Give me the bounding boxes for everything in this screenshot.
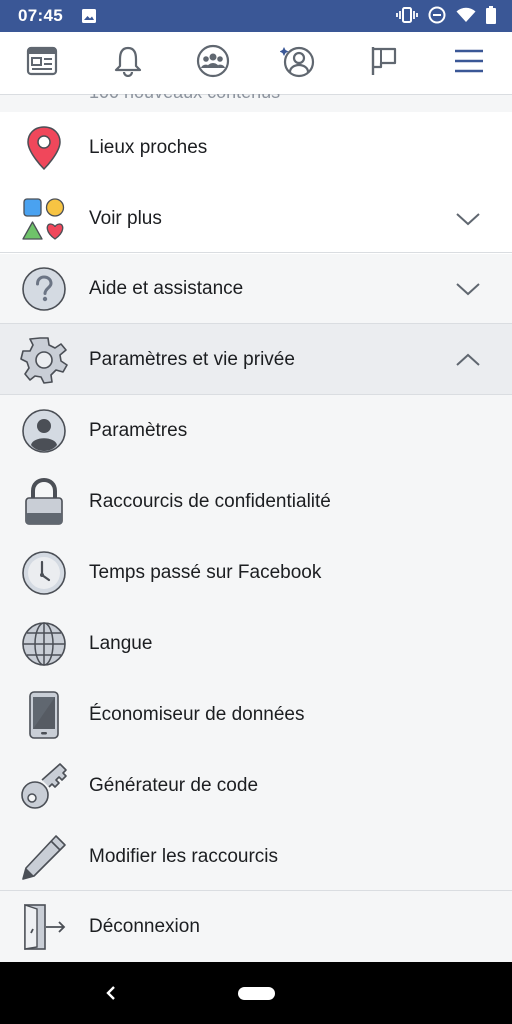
lock-icon (20, 478, 68, 526)
bell-icon (113, 45, 143, 82)
menu-item-language[interactable]: Langue (0, 608, 512, 679)
menu-item-label: Modifier les raccourcis (89, 845, 278, 867)
battery-icon (486, 6, 496, 29)
clock-icon (20, 549, 68, 597)
help-icon (20, 265, 68, 313)
pencil-icon (20, 833, 68, 881)
menu-item-logout[interactable]: Déconnexion (0, 891, 512, 962)
groups-icon (196, 44, 230, 83)
do-not-disturb-icon (428, 6, 446, 29)
menu-item-label: Économiseur de données (89, 703, 305, 725)
vibrate-icon (396, 6, 418, 29)
chevron-down-icon (454, 205, 482, 233)
menu-item-label: Déconnexion (89, 915, 200, 937)
menu-item-settings-privacy[interactable]: Paramètres et vie privée (0, 324, 512, 395)
menu-item-label: Aide et assistance (89, 277, 244, 299)
back-icon[interactable] (100, 980, 122, 1011)
tab-news-feed[interactable] (7, 32, 77, 94)
top-navigation (0, 32, 512, 95)
menu-item-label: Voir plus (89, 207, 162, 229)
image-notification-icon (81, 8, 97, 29)
menu-icon (454, 49, 484, 78)
tab-menu[interactable] (434, 32, 504, 94)
flag-icon (369, 45, 399, 82)
menu-item-label: Générateur de code (89, 774, 259, 796)
menu-item-label: Lieux proches (89, 136, 208, 158)
partial-menu-item: 100 nouveaux contenus (89, 94, 280, 103)
gear-icon (20, 336, 68, 384)
chevron-up-icon (454, 346, 482, 374)
wifi-icon (456, 7, 476, 28)
menu-item-label: Paramètres (89, 419, 188, 441)
key-icon (20, 762, 68, 810)
status-bar: 07:45 (0, 0, 512, 32)
globe-icon (20, 620, 68, 668)
menu-item-label: Paramètres et vie privée (89, 348, 295, 370)
phone-icon (20, 691, 68, 739)
tab-notifications[interactable] (93, 32, 163, 94)
menu-item-edit-shortcuts[interactable]: Modifier les raccourcis (0, 821, 512, 892)
tab-groups[interactable] (178, 32, 248, 94)
logout-door-icon (20, 903, 68, 951)
menu-item-label: Langue (89, 632, 153, 654)
menu-item-code-generator[interactable]: Générateur de code (0, 750, 512, 821)
menu-item-label: Raccourcis de confidentialité (89, 490, 331, 512)
menu-item-time-on-facebook[interactable]: Temps passé sur Facebook (0, 537, 512, 608)
tab-pages[interactable] (349, 32, 419, 94)
menu-item-see-more[interactable]: Voir plus (0, 183, 512, 254)
shapes-icon (20, 195, 68, 243)
menu-list[interactable]: 100 nouveaux contenus Lieux proches Voir… (0, 94, 512, 962)
menu-item-nearby-places[interactable]: Lieux proches (0, 112, 512, 183)
menu-item-help-support[interactable]: Aide et assistance (0, 253, 512, 324)
menu-item-settings[interactable]: Paramètres (0, 395, 512, 466)
system-navigation-bar (0, 962, 512, 1024)
tab-profile[interactable] (263, 32, 333, 94)
status-time: 07:45 (18, 6, 63, 25)
home-pill-button[interactable] (238, 987, 275, 1000)
location-pin-icon (20, 124, 68, 172)
menu-item-label: Temps passé sur Facebook (89, 561, 322, 583)
chevron-down-icon (454, 275, 482, 303)
news-feed-icon (26, 46, 58, 81)
profile-icon (279, 44, 316, 83)
user-settings-icon (20, 407, 68, 455)
menu-item-data-saver[interactable]: Économiseur de données (0, 679, 512, 750)
menu-item-privacy-shortcuts[interactable]: Raccourcis de confidentialité (0, 466, 512, 537)
